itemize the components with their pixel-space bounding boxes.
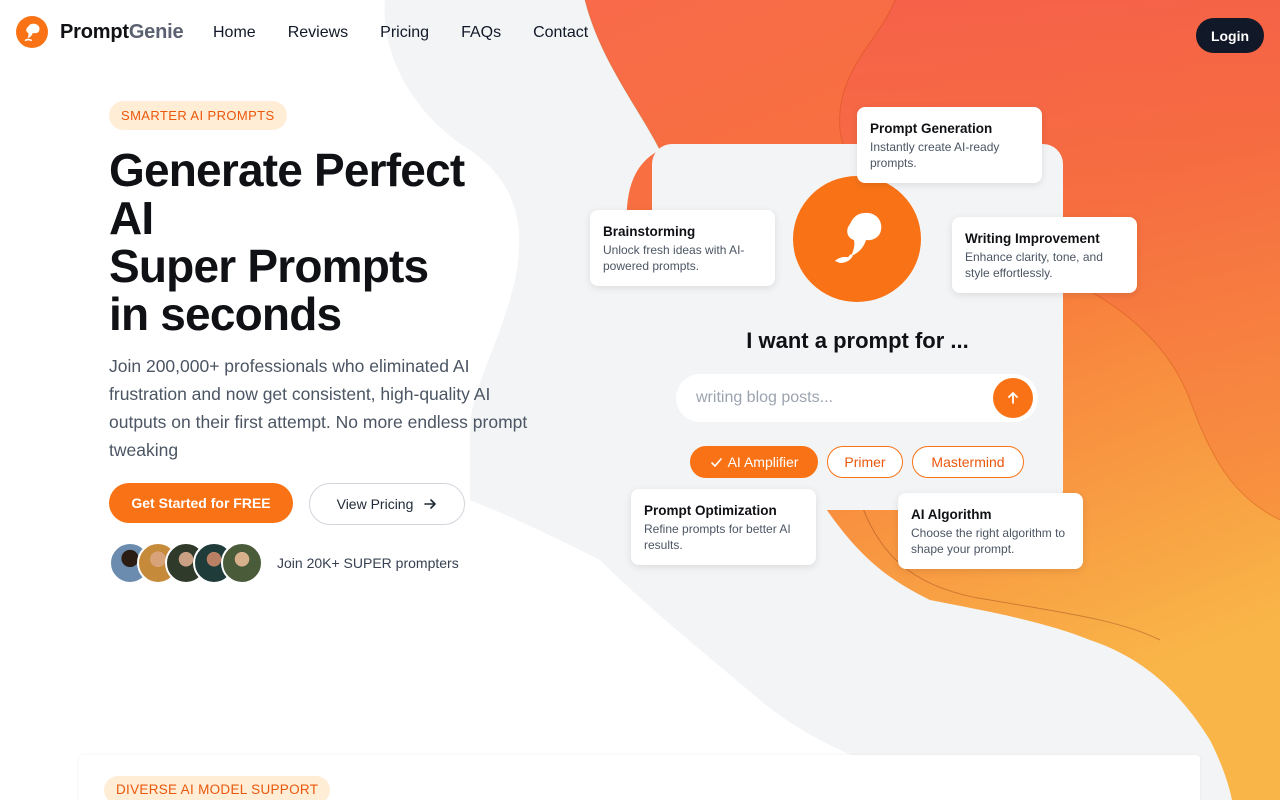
- feature-description: Refine prompts for better AI results.: [644, 522, 791, 552]
- hero-subtitle: Join 200,000+ professionals who eliminat…: [109, 356, 528, 460]
- feature-card-writing-improvement: Writing Improvement Enhance clarity, ton…: [952, 217, 1137, 293]
- social-proof: Join 20K+ SUPER prompters: [109, 542, 589, 584]
- feature-description: Choose the right algorithm to shape your…: [911, 526, 1066, 556]
- mode-label: AI Amplifier: [727, 454, 799, 470]
- get-started-button[interactable]: Get Started for FREE: [109, 483, 293, 523]
- nav-faqs[interactable]: FAQs: [461, 24, 501, 42]
- brand-name-part1: Prompt: [60, 20, 129, 43]
- genie-lamp-icon: [793, 176, 921, 302]
- check-icon: [710, 457, 722, 467]
- feature-description: Instantly create AI-ready prompts.: [870, 140, 1000, 170]
- nav-pricing[interactable]: Pricing: [380, 24, 429, 42]
- main-nav: Home Reviews Pricing FAQs Contact: [213, 24, 588, 42]
- headline-line: AI: [109, 192, 154, 244]
- headline-line: Super Prompts: [109, 240, 429, 292]
- brand-name-part2: Genie: [128, 20, 184, 43]
- mode-mastermind[interactable]: Mastermind: [912, 446, 1024, 478]
- arrow-up-icon: [1008, 392, 1018, 404]
- feature-title: Writing Improvement: [965, 231, 1100, 246]
- prompt-question: I want a prompt for ...: [746, 328, 969, 353]
- hero-section: SMARTER AI PROMPTS Generate Perfect AI S…: [109, 101, 589, 584]
- brand-name: PromptGenie: [60, 20, 184, 44]
- feature-title: AI Algorithm: [911, 507, 992, 522]
- mode-primer[interactable]: Primer: [827, 446, 903, 478]
- feature-title: Brainstorming: [603, 224, 696, 239]
- mode-ai-amplifier[interactable]: AI Amplifier: [690, 446, 818, 478]
- arrow-right-icon: [424, 499, 437, 509]
- site-header: PromptGenie Home Reviews Pricing FAQs Co…: [0, 0, 1280, 70]
- nav-home[interactable]: Home: [213, 24, 256, 42]
- view-pricing-label: View Pricing: [336, 496, 414, 512]
- feature-description: Enhance clarity, tone, and style effortl…: [965, 250, 1103, 280]
- hero-headline: Generate Perfect AI Super Prompts in sec…: [109, 146, 589, 338]
- genie-logo-icon: [16, 16, 48, 48]
- mode-selector: AI Amplifier Primer Mastermind: [690, 446, 1024, 478]
- feature-card-prompt-generation: Prompt Generation Instantly create AI-re…: [857, 107, 1042, 183]
- mode-label: Primer: [844, 454, 886, 470]
- social-proof-text: Join 20K+ SUPER prompters: [277, 555, 459, 571]
- feature-title: Prompt Generation: [870, 121, 993, 136]
- feature-description: Unlock fresh ideas with AI-powered promp…: [603, 243, 745, 273]
- feature-card-prompt-optimization: Prompt Optimization Refine prompts for b…: [631, 489, 816, 565]
- avatar: [221, 542, 263, 584]
- hero-eyebrow-badge: SMARTER AI PROMPTS: [109, 101, 287, 130]
- headline-line: in seconds: [109, 288, 342, 340]
- login-button[interactable]: Login: [1196, 18, 1264, 53]
- mode-label: Mastermind: [931, 454, 1005, 470]
- view-pricing-button[interactable]: View Pricing: [309, 483, 465, 525]
- brand-logo[interactable]: PromptGenie: [16, 16, 184, 48]
- prompt-input[interactable]: [696, 374, 986, 422]
- feature-title: Prompt Optimization: [644, 503, 777, 518]
- hero-cta-group: Get Started for FREE View Pricing: [109, 483, 589, 525]
- avatar-stack: [109, 542, 263, 584]
- nav-contact[interactable]: Contact: [533, 24, 588, 42]
- headline-line: Generate Perfect: [109, 144, 465, 196]
- submit-prompt-button[interactable]: [993, 378, 1033, 418]
- prompt-input-wrapper: [676, 374, 1038, 422]
- feature-card-brainstorming: Brainstorming Unlock fresh ideas with AI…: [590, 210, 775, 286]
- nav-reviews[interactable]: Reviews: [288, 24, 348, 42]
- feature-card-ai-algorithm: AI Algorithm Choose the right algorithm …: [898, 493, 1083, 569]
- model-support-eyebrow: DIVERSE AI MODEL SUPPORT: [104, 776, 331, 800]
